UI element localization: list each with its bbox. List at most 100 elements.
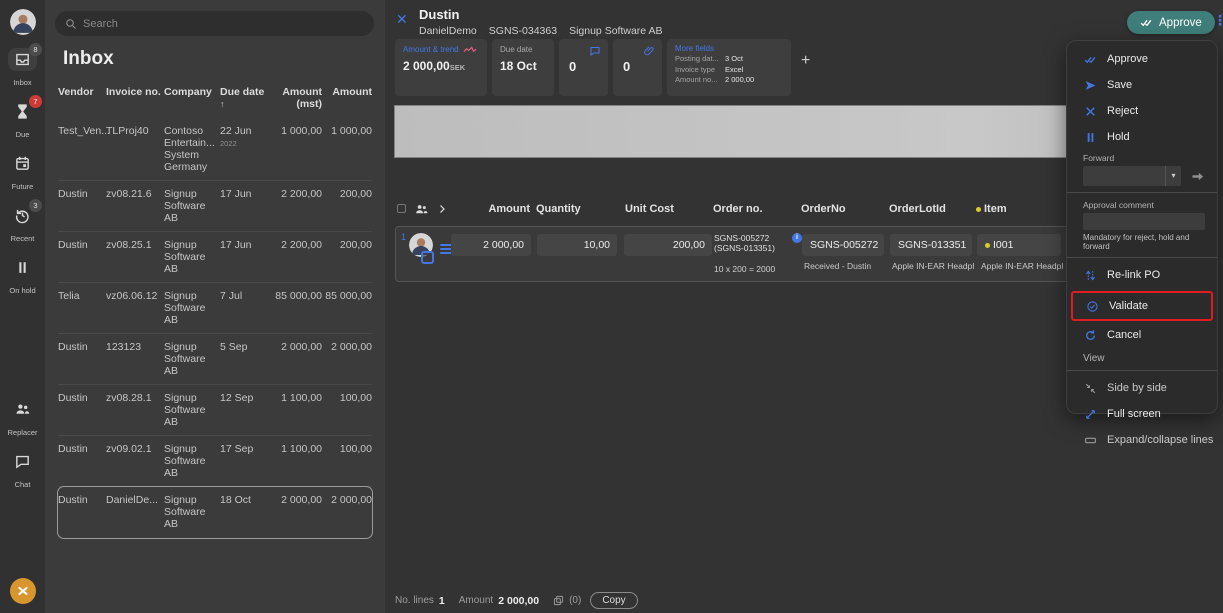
- select-all-checkbox[interactable]: [397, 204, 406, 213]
- menu-item-approve[interactable]: Approve: [1067, 49, 1217, 69]
- cell-company: Signup Software AB: [164, 443, 220, 479]
- orderlotid-input[interactable]: SGNS-013351: [890, 234, 972, 256]
- inbox-badge: 8: [29, 43, 42, 56]
- cell-vendor: Dustin: [58, 239, 106, 275]
- people-icon: [414, 202, 429, 217]
- add-card-button[interactable]: +: [801, 52, 810, 70]
- col-amount[interactable]: Amount: [322, 86, 372, 110]
- forward-label: Forward: [1067, 153, 1217, 163]
- invoice-row[interactable]: Dustin zv08.25.1 Signup Software AB 17 J…: [58, 232, 372, 283]
- menu-item-full-screen[interactable]: Full screen: [1067, 404, 1217, 424]
- cell-vendor: Dustin: [58, 443, 106, 479]
- invoice-row[interactable]: Dustin DanielDe... Signup Software AB 18…: [58, 487, 372, 538]
- fullscreen-diagonal-icon: [1084, 408, 1097, 421]
- forward-select[interactable]: ▾: [1083, 166, 1181, 186]
- col-quantity[interactable]: Quantity: [536, 203, 581, 215]
- col-order-no[interactable]: Order no.: [713, 203, 763, 215]
- col-item[interactable]: Item: [976, 203, 1007, 215]
- cell-due-date: 17 Jun: [220, 188, 270, 224]
- search-input[interactable]: [83, 18, 343, 30]
- due-badge: 7: [29, 95, 42, 108]
- line-item-row[interactable]: 1 2 000,00 10,00 200,00 SGNS-005272 (SGN…: [395, 226, 1077, 282]
- cell-due-year: 2022: [220, 138, 266, 150]
- col-company[interactable]: Company: [164, 86, 220, 110]
- cell-vendor: Dustin: [58, 494, 106, 530]
- sidebar-item-chat[interactable]: Chat: [0, 450, 45, 489]
- menu-item-reject[interactable]: Reject: [1067, 101, 1217, 121]
- chat-icon: [14, 453, 31, 470]
- unit-cost-input[interactable]: 200,00: [624, 234, 712, 256]
- forward-go-icon[interactable]: [1190, 169, 1205, 184]
- due-date-card[interactable]: Due date 18 Oct: [492, 39, 554, 96]
- double-check-icon: [1140, 17, 1153, 28]
- col-unit-cost[interactable]: Unit Cost: [625, 203, 674, 215]
- sidebar: 8 Inbox 7 Due Future 3 Recent On hold Re…: [0, 0, 45, 613]
- sidebar-item-future[interactable]: Future: [0, 152, 45, 191]
- info-icon[interactable]: i: [792, 233, 802, 243]
- orderlotid-sub-label: Apple IN-EAR Headpho...: [892, 261, 974, 271]
- quantity-input[interactable]: 10,00: [537, 234, 617, 256]
- sidebar-item-replacer[interactable]: Replacer: [0, 398, 45, 437]
- menu-item-validate[interactable]: Validate: [1073, 296, 1211, 316]
- invoice-row[interactable]: Dustin zv08.28.1 Signup Software AB 12 S…: [58, 385, 372, 436]
- menu-item-cancel[interactable]: Cancel: [1067, 325, 1217, 345]
- sidebar-item-inbox[interactable]: 8 Inbox: [0, 48, 45, 87]
- invoice-row[interactable]: Dustin zv09.02.1 Signup Software AB 17 S…: [58, 436, 372, 487]
- sidebar-item-label: Due: [0, 130, 45, 139]
- col-vendor[interactable]: Vendor: [58, 86, 106, 110]
- cell-due-date: 5 Sep: [220, 341, 270, 377]
- invoice-row[interactable]: Telia vz06.06.12 Signup Software AB 7 Ju…: [58, 283, 372, 334]
- col-amount-mst[interactable]: Amount (mst): [270, 86, 322, 110]
- item-dot-icon: [985, 243, 990, 248]
- close-icon[interactable]: ✕: [396, 11, 408, 28]
- item-input[interactable]: I001: [977, 234, 1061, 256]
- approve-button[interactable]: Approve: [1127, 11, 1215, 34]
- app-root: 8 Inbox 7 Due Future 3 Recent On hold Re…: [0, 0, 1223, 613]
- menu-divider: [1067, 370, 1217, 371]
- sidebar-item-recent[interactable]: 3 Recent: [0, 204, 45, 243]
- invoice-subtitle: DanielDemoSGNS-034363Signup Software AB: [419, 25, 674, 37]
- kebab-menu-icon[interactable]: ⋮: [1213, 12, 1223, 29]
- menu-item-relink-po[interactable]: Re-link PO: [1067, 265, 1217, 285]
- invoice-table-header: Vendor Invoice no. Company Due date ↑ Am…: [58, 86, 372, 118]
- footer-comments-count: (0): [569, 595, 581, 606]
- menu-item-save[interactable]: Save: [1067, 75, 1217, 95]
- invoice-row[interactable]: Test_Ven... TLProj40 Contoso Entertain..…: [58, 118, 372, 181]
- col-due-date[interactable]: Due date ↑: [220, 86, 270, 110]
- sidebar-item-onhold[interactable]: On hold: [0, 256, 45, 295]
- line-select-badge[interactable]: [421, 251, 434, 264]
- hourglass-icon: [14, 103, 31, 120]
- copy-button[interactable]: Copy: [590, 592, 637, 609]
- sidebar-item-label: Chat: [0, 480, 45, 489]
- orderno-input[interactable]: SGNS-005272: [802, 234, 884, 256]
- comments-card[interactable]: 0: [559, 39, 608, 96]
- chevron-right-icon[interactable]: [436, 203, 448, 215]
- document-preview[interactable]: [394, 105, 1081, 158]
- amount-trend-card[interactable]: Amount & trend 2 000,00SEK: [395, 39, 487, 96]
- menu-item-side-by-side[interactable]: Side by side: [1067, 378, 1217, 398]
- copy-icon: [553, 595, 564, 606]
- sidebar-item-due[interactable]: 7 Due: [0, 100, 45, 139]
- cell-amount: 100,00: [322, 392, 372, 428]
- cell-due-date: 18 Oct: [220, 494, 270, 530]
- col-invoice-no[interactable]: Invoice no.: [106, 86, 164, 110]
- user-avatar[interactable]: [10, 9, 36, 35]
- amount-input[interactable]: 2 000,00: [451, 234, 531, 256]
- approval-comment-input[interactable]: [1083, 213, 1205, 230]
- col-amount[interactable]: Amount: [450, 203, 530, 215]
- menu-item-hold[interactable]: Hold: [1067, 127, 1217, 147]
- cell-invoice-no: vz06.06.12: [106, 290, 164, 326]
- menu-item-expand-collapse[interactable]: Expand/collapse lines: [1067, 430, 1217, 450]
- comments-count: 0: [569, 59, 576, 74]
- cell-due-date: 12 Sep: [220, 392, 270, 428]
- more-fields-card[interactable]: More fields Posting dat...3 Oct Invoice …: [667, 39, 791, 96]
- col-orderlotid[interactable]: OrderLotId: [889, 203, 946, 215]
- invoice-row[interactable]: Dustin 123123 Signup Software AB 5 Sep 2…: [58, 334, 372, 385]
- col-orderno[interactable]: OrderNo: [801, 203, 846, 215]
- line-index: 1: [401, 232, 406, 242]
- search-bar[interactable]: [55, 11, 374, 36]
- invoice-row[interactable]: Dustin zv08.21.6 Signup Software AB 17 J…: [58, 181, 372, 232]
- attachments-card[interactable]: 0: [613, 39, 662, 96]
- cell-amount-mst: 85 000,00: [270, 290, 322, 326]
- invoice-number: SGNS-034363: [489, 25, 557, 37]
